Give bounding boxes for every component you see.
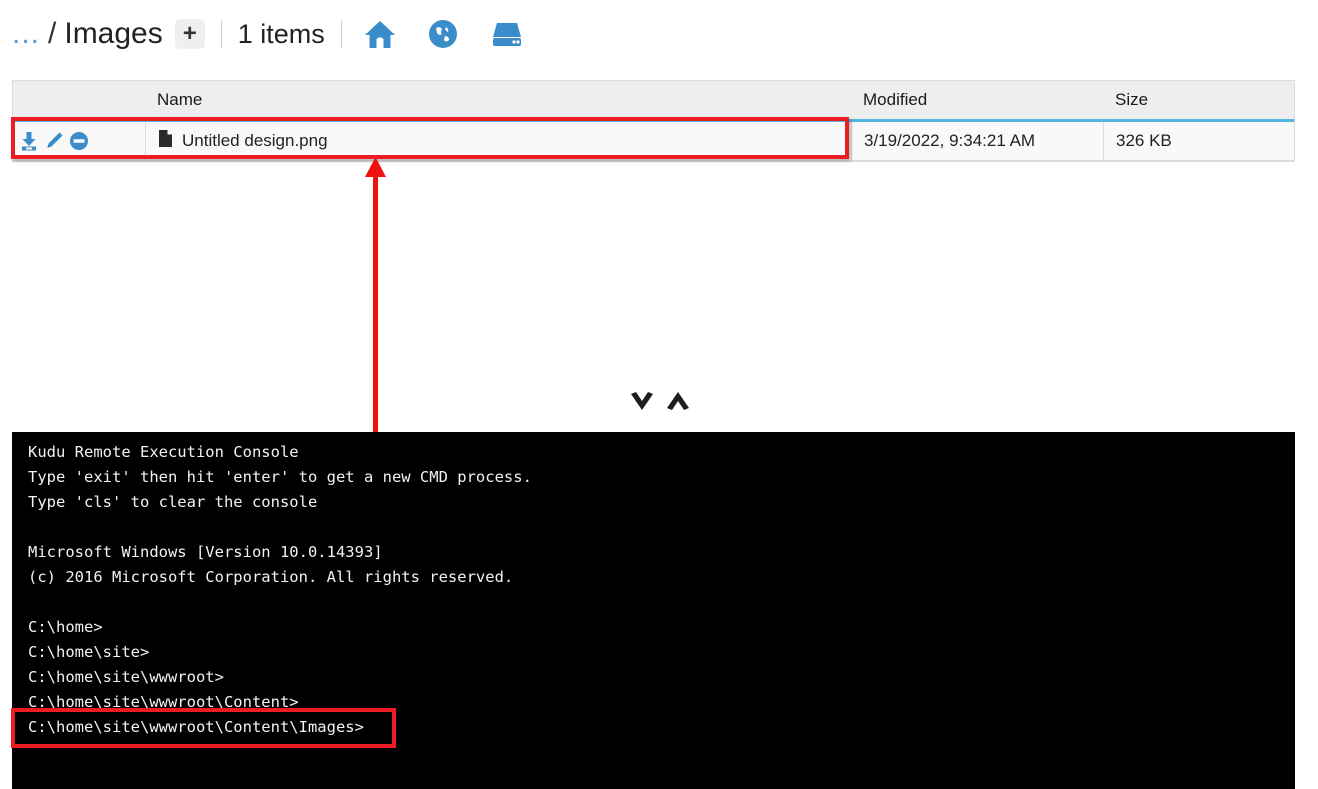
file-table: Name Modified Size Untitled design.png 3… (12, 80, 1295, 162)
breadcrumb-toolbar: ... / Images + 1 items (0, 0, 1318, 68)
toolbar-divider-1 (220, 20, 222, 48)
table-row[interactable]: Untitled design.png 3/19/2022, 9:34:21 A… (13, 122, 1294, 161)
column-header-modified[interactable]: Modified (851, 81, 1103, 119)
column-header-size-label: Size (1115, 90, 1149, 109)
home-icon[interactable] (364, 19, 396, 49)
breadcrumb-parent-link[interactable]: ... (12, 19, 40, 49)
download-icon[interactable] (18, 130, 40, 152)
globe-icon[interactable] (428, 19, 458, 49)
item-count-label: 1 items (237, 18, 325, 49)
add-file-button[interactable]: + (174, 19, 205, 49)
file-size-label: 326 KB (1116, 131, 1172, 150)
file-modified-label: 3/19/2022, 9:34:21 AM (864, 131, 1036, 150)
toolbar-divider-2 (340, 20, 342, 48)
delete-icon[interactable] (68, 130, 90, 152)
chevron-up-icon[interactable] (664, 390, 692, 417)
kudu-console[interactable]: Kudu Remote Execution Console Type 'exit… (12, 432, 1295, 789)
console-output: Kudu Remote Execution Console Type 'exit… (28, 443, 532, 736)
row-modified-cell: 3/19/2022, 9:34:21 AM (851, 122, 1103, 160)
table-header-row: Name Modified Size (13, 81, 1294, 122)
file-name-label: Untitled design.png (182, 131, 328, 150)
toolbar-icon-group (364, 19, 524, 49)
console-toggle-group (628, 390, 692, 417)
column-header-modified-label: Modified (863, 90, 928, 109)
column-header-actions (13, 81, 145, 119)
column-header-name-label: Name (157, 90, 203, 109)
column-header-size[interactable]: Size (1103, 81, 1294, 119)
row-name-cell[interactable]: Untitled design.png (145, 122, 851, 160)
column-header-name[interactable]: Name (145, 81, 851, 119)
row-action-group (13, 130, 145, 152)
file-icon (158, 129, 173, 153)
hard-drive-icon[interactable] (490, 19, 524, 49)
row-size-cell: 326 KB (1103, 122, 1294, 160)
breadcrumb-separator: / (48, 17, 57, 50)
kudu-file-manager-page: ... / Images + 1 items Name Modified Siz… (0, 0, 1318, 789)
chevron-down-icon[interactable] (628, 390, 656, 417)
breadcrumb-current: Images (64, 17, 163, 50)
edit-icon[interactable] (43, 130, 65, 152)
